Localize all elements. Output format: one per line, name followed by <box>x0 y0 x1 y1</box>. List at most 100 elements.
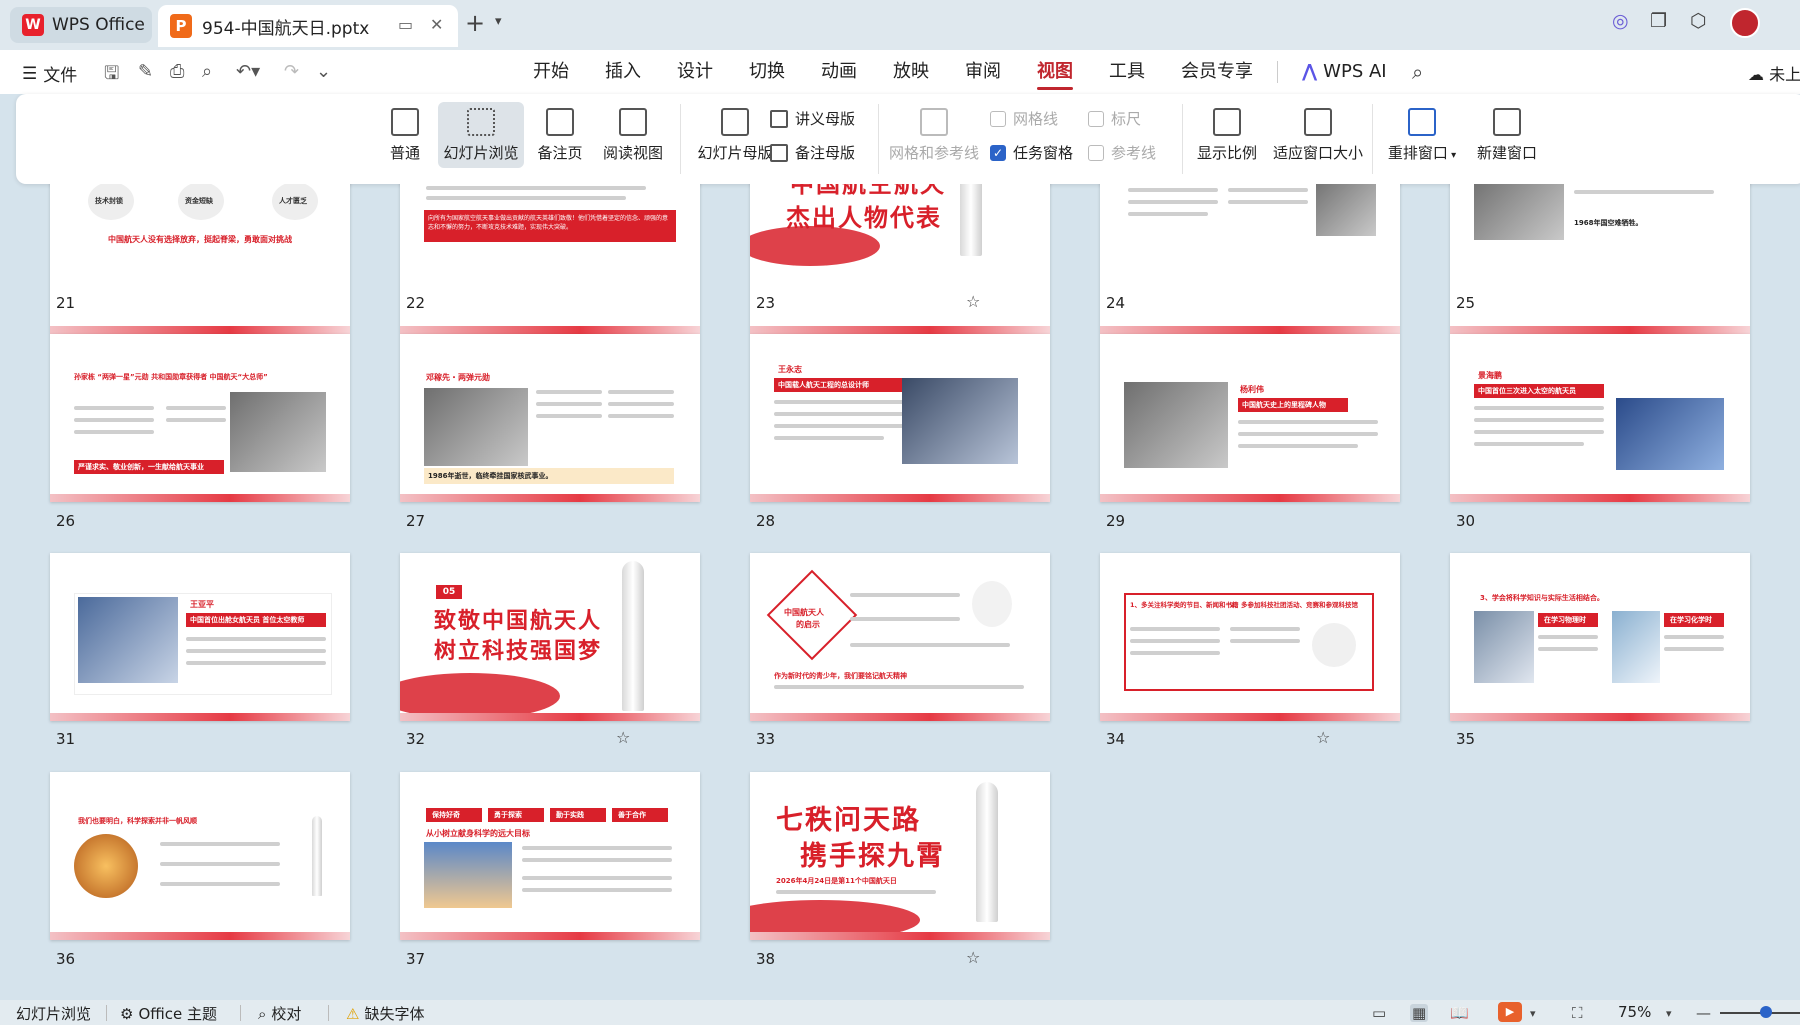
slide-sorter-icon[interactable]: ▦ <box>1410 1004 1429 1022</box>
notes-page-button[interactable]: 备注页 <box>532 108 588 163</box>
home-tab[interactable]: W WPS Office <box>10 7 152 43</box>
document-tab[interactable]: P 954-中国航天日.pptx ▭ ✕ <box>158 5 458 47</box>
tab-animations[interactable]: 动画 <box>803 50 875 94</box>
tab-slideshow[interactable]: 放映 <box>875 50 947 94</box>
play-slideshow-icon[interactable]: ▶ <box>1498 1002 1522 1022</box>
cloud-sync[interactable]: ☁ 未上 <box>1748 61 1800 85</box>
slide-thumbnail[interactable]: 保持好奇 勇于探索 勤于实践 善于合作 从小树立献身科学的远大目标 <box>400 772 700 940</box>
tab-bar: W WPS Office P 954-中国航天日.pptx ▭ ✕ + ▾ ◎ … <box>0 0 1800 50</box>
normal-view-button[interactable]: 普通 <box>382 108 428 163</box>
grid-guides-button[interactable]: 网格和参考线 <box>886 108 982 163</box>
notes-master-button[interactable]: 备注母版 <box>770 142 855 163</box>
slide-thumbnail[interactable]: 邓稼先・两弹元勋 1986年逝世，临终牵挂国家核武事业。 <box>400 334 700 502</box>
tab-tools[interactable]: 工具 <box>1091 50 1163 94</box>
slide-text: 中国航天人没有选择放弃，挺起脊梁，勇敢面对挑战 <box>108 235 292 244</box>
slide-text: 资金短缺 <box>185 197 213 205</box>
slide-thumbnail[interactable]: 中国航空航天 杰出人物代表 <box>750 184 1050 334</box>
star-icon[interactable]: ☆ <box>966 948 980 967</box>
tab-view[interactable]: 视图 <box>1019 50 1091 94</box>
print-icon[interactable]: ⎙ <box>170 61 184 82</box>
presentation-icon: P <box>170 14 192 38</box>
zoom-slider-handle[interactable] <box>1760 1006 1772 1018</box>
task-pane-checkbox[interactable]: ✓ 任务窗格 <box>990 142 1073 163</box>
slide-text: 中国首位三次进入太空的航天员 <box>1478 387 1576 395</box>
book-icon <box>619 108 647 136</box>
tab-review[interactable]: 审阅 <box>947 50 1019 94</box>
window-icon[interactable]: ▭ <box>398 15 413 34</box>
ruler-checkbox[interactable]: 标尺 <box>1088 108 1141 129</box>
format-painter-icon[interactable]: ✎ <box>138 61 153 82</box>
star-icon[interactable]: ☆ <box>1316 728 1330 747</box>
slide-thumbnail[interactable]: 中国航天人 的启示 作为新时代的青少年，我们要铭记航天精神 <box>750 553 1050 721</box>
fit-window-button[interactable]: 适应窗口大小 <box>1270 108 1366 163</box>
guides-checkbox[interactable]: 参考线 <box>1088 142 1156 163</box>
tab-list-chevron-icon[interactable]: ▾ <box>495 14 502 29</box>
missing-font-status[interactable]: ⚠ 缺失字体 <box>346 1003 424 1024</box>
gridlines-checkbox[interactable]: 网格线 <box>990 108 1058 129</box>
avatar[interactable] <box>1730 8 1760 38</box>
slide-text: 严谨求实、敬业创新，一生献给航天事业 <box>78 463 204 471</box>
new-window-button[interactable]: 新建窗口 <box>1472 108 1542 163</box>
slide-thumbnail[interactable]: 王亚平 中国首位出舱女航天员 首位太空教师 <box>50 553 350 721</box>
tab-member[interactable]: 会员专享 <box>1163 50 1271 94</box>
tab-design[interactable]: 设计 <box>659 50 731 94</box>
slide-master-button[interactable]: 幻灯片母版 <box>692 108 778 163</box>
reading-view-icon[interactable]: 📖 <box>1450 1004 1469 1022</box>
zoom-value[interactable]: 75% <box>1618 1003 1651 1021</box>
slide-thumbnail[interactable]: 孙家栋 “两弹一星”元勋 共和国勋章获得者 中国航天“大总师” 严谨求实、敬业创… <box>50 334 350 502</box>
print-preview-icon[interactable]: ⌕ <box>202 61 212 82</box>
slide-text: 1、多关注科学类的节目、新闻和书籍 <box>1130 601 1239 609</box>
quick-access-chevron-icon[interactable]: ⌄ <box>316 61 331 82</box>
zoom-out-icon[interactable]: — <box>1696 1004 1711 1022</box>
box-icon[interactable]: ⬡ <box>1690 10 1707 32</box>
slide-thumbnail[interactable]: 景海鹏 中国首位三次进入太空的航天员 <box>1450 334 1750 502</box>
undo-icon[interactable]: ↶▾ <box>236 61 260 82</box>
slide-thumbnail[interactable]: 我们也要明白，科学探索并非一帆风顺 <box>50 772 350 940</box>
redo-icon[interactable]: ↷ <box>284 61 299 82</box>
slide-thumbnail[interactable]: 技术封锁 资金短缺 人才匮乏 中国航天人没有选择放弃，挺起脊梁，勇敢面对挑战 <box>50 184 350 334</box>
zoom-button[interactable]: 显示比例 <box>1192 108 1262 163</box>
new-tab-icon[interactable]: + <box>465 9 485 37</box>
guides-check <box>1088 144 1104 161</box>
zoom-chevron-icon[interactable]: ▾ <box>1666 1007 1672 1020</box>
search-icon[interactable]: ⌕ <box>1412 60 1423 84</box>
cloud-label: 未上 <box>1769 65 1800 84</box>
slide-number: 38 <box>756 950 776 968</box>
slide-sorter-button[interactable]: 幻灯片浏览 <box>438 102 524 168</box>
handout-master-button[interactable]: 讲义母版 <box>770 108 855 129</box>
proofing-status[interactable]: ⌕ 校对 <box>258 1003 301 1024</box>
tab-insert[interactable]: 插入 <box>587 50 659 94</box>
star-icon[interactable]: ☆ <box>966 292 980 311</box>
slide-thumbnail[interactable]: 1968年国空难牺牲。 <box>1450 184 1750 334</box>
tab-home[interactable]: 开始 <box>515 50 587 94</box>
slide-thumbnail[interactable]: 05 致敬中国航天人 树立科技强国梦 <box>400 553 700 721</box>
tab-transitions[interactable]: 切换 <box>731 50 803 94</box>
tab-wps-ai[interactable]: ⋀ WPS AI <box>1284 50 1405 94</box>
slide-thumbnail[interactable]: 3、学会将科学知识与实际生活相结合。 在学习物理时 在学习化学时 <box>1450 553 1750 721</box>
close-tab-icon[interactable]: ✕ <box>430 15 443 34</box>
slide-thumbnail[interactable]: 杨利伟 中国航天史上的里程碑人物 <box>1100 334 1400 502</box>
notes-page-label: 备注页 <box>537 144 583 162</box>
play-options-chevron-icon[interactable]: ▾ <box>1530 1007 1536 1020</box>
assistant-icon[interactable]: ◎ <box>1612 10 1629 32</box>
theme-status[interactable]: ⚙ Office 主题 <box>120 1003 217 1024</box>
normal-view-icon[interactable]: ▭ <box>1372 1004 1386 1022</box>
slide-number: 22 <box>406 294 426 312</box>
file-menu[interactable]: ☰ 文件 <box>22 61 77 87</box>
slide-text: 1986年逝世，临终牵挂国家核武事业。 <box>428 472 553 480</box>
slide-text: 1968年国空难牺牲。 <box>1574 219 1643 227</box>
star-icon[interactable]: ☆ <box>616 728 630 747</box>
save-icon[interactable]: 🖫 <box>104 61 119 91</box>
slide-thumbnail[interactable]: 王永志 中国载人航天工程的总设计师 <box>750 334 1050 502</box>
slide-text: 向所有为国家航空航天事业做出贡献的航天英雄们致敬！他们凭借着坚定的信念、顽强的意… <box>428 215 669 231</box>
windows-icon[interactable]: ❐ <box>1650 10 1667 32</box>
slide-text: 在学习化学时 <box>1670 616 1712 624</box>
notes-page-icon <box>546 108 574 136</box>
slide-thumbnail[interactable]: 七秩问天路 携手探九霄 2026年4月24日是第11个中国航天日 <box>750 772 1050 940</box>
slide-thumbnail[interactable] <box>1100 184 1400 334</box>
fit-window-icon[interactable]: ⛶ <box>1572 1004 1583 1022</box>
reading-view-button[interactable]: 阅读视图 <box>600 108 666 163</box>
arrange-windows-button[interactable]: 重排窗口 ▾ <box>1382 108 1462 163</box>
slide-thumbnail[interactable]: 1、多关注科学类的节目、新闻和书籍 2、多参加科技社团活动、竞赛和参观科技馆 <box>1100 553 1400 721</box>
slide-thumbnail[interactable]: 向所有为国家航空航天事业做出贡献的航天英雄们致敬！他们凭借着坚定的信念、顽强的意… <box>400 184 700 334</box>
